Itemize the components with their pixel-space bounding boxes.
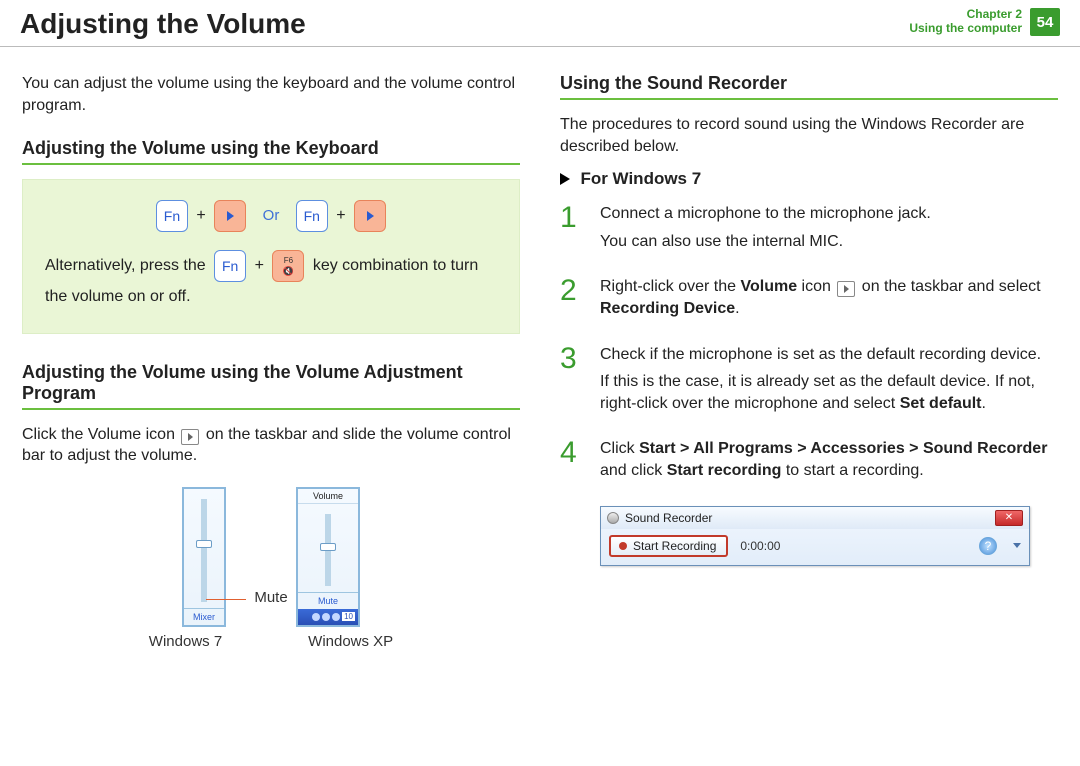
key-vol-up-icon xyxy=(354,200,386,232)
heading-keyboard: Adjusting the Volume using the Keyboard xyxy=(22,138,520,165)
key-vol-down-icon xyxy=(214,200,246,232)
microphone-icon xyxy=(607,512,619,524)
start-recording-button[interactable]: Start Recording xyxy=(609,535,728,557)
left-column: You can adjust the volume using the keyb… xyxy=(22,73,520,650)
for-win7-label: For Windows 7 xyxy=(580,169,701,188)
triangle-icon xyxy=(560,173,570,185)
step-text: If this is the case, it is already set a… xyxy=(600,371,1058,414)
step-number: 4 xyxy=(560,438,586,487)
step-text: You can also use the internal MIC. xyxy=(600,231,931,253)
help-button[interactable]: ? xyxy=(979,537,997,555)
chapter-text: Chapter 2 Using the computer xyxy=(909,8,1022,36)
step-number: 1 xyxy=(560,203,586,258)
caption-xp: Windows XP xyxy=(308,633,393,650)
step-number: 2 xyxy=(560,276,586,325)
alt-prefix: Alternatively, press the xyxy=(45,257,210,274)
step-text: Check if the microphone is set as the de… xyxy=(600,344,1058,366)
plus-text: + xyxy=(196,207,205,224)
page-title: Adjusting the Volume xyxy=(20,8,306,40)
page-number-badge: 54 xyxy=(1030,8,1060,36)
dropdown-icon[interactable] xyxy=(1013,543,1021,548)
step-text: Right-click over the Volume icon on the … xyxy=(600,276,1058,319)
or-text: Or xyxy=(263,207,280,224)
sound-recorder-window: Sound Recorder ✕ Start Recording 0:00:00… xyxy=(600,506,1030,566)
step-2: 2 Right-click over the Volume icon on th… xyxy=(560,276,1058,325)
mute-small-label: Mute xyxy=(298,592,358,609)
chapter-line: Using the computer xyxy=(909,22,1022,36)
step-4: 4 Click Start > All Programs > Accessori… xyxy=(560,438,1058,487)
recorder-intro: The procedures to record sound using the… xyxy=(560,114,1058,157)
volume-icon xyxy=(181,429,199,445)
key-f6-mute-icon: F6🔇 xyxy=(272,250,304,282)
slider-win7: Mixer xyxy=(182,487,226,627)
chapter-line: Chapter 2 xyxy=(909,8,1022,22)
plus-text: + xyxy=(336,207,345,224)
sound-recorder-titlebar: Sound Recorder ✕ xyxy=(601,507,1029,529)
key-fn: Fn xyxy=(214,250,246,282)
key-combo-row: Fn + Or Fn + xyxy=(45,200,497,232)
record-icon xyxy=(619,542,627,550)
heading-recorder: Using the Sound Recorder xyxy=(560,73,1058,100)
button-label: Start Recording xyxy=(633,539,716,553)
plus-text: + xyxy=(255,257,264,274)
mute-label: Mute xyxy=(254,589,287,606)
xp-tray-icon: 10 xyxy=(298,609,358,625)
keyboard-callout: Fn + Or Fn + Alternatively, press the Fn… xyxy=(22,179,520,333)
right-column: Using the Sound Recorder The procedures … xyxy=(560,73,1058,650)
chapter-block: Chapter 2 Using the computer 54 xyxy=(909,8,1060,36)
key-fn: Fn xyxy=(296,200,328,232)
for-windows-7-heading: For Windows 7 xyxy=(560,169,1058,189)
step-text: Click Start > All Programs > Accessories… xyxy=(600,438,1058,481)
mixer-label: Mixer xyxy=(184,608,224,625)
program-paragraph: Click the Volume icon on the taskbar and… xyxy=(22,424,520,467)
volume-sliders-figure: Mixer Mute Volume Mute 10 xyxy=(22,487,520,627)
step-number: 3 xyxy=(560,344,586,421)
step-1: 1 Connect a microphone to the microphone… xyxy=(560,203,1058,258)
alt-combo-text: Alternatively, press the Fn + F6🔇 key co… xyxy=(45,250,497,312)
heading-program: Adjusting the Volume using the Volume Ad… xyxy=(22,362,520,410)
close-button[interactable]: ✕ xyxy=(995,510,1023,526)
step-text: Connect a microphone to the microphone j… xyxy=(600,203,931,225)
key-fn: Fn xyxy=(156,200,188,232)
page-header: Adjusting the Volume Chapter 2 Using the… xyxy=(0,0,1080,47)
step-3: 3 Check if the microphone is set as the … xyxy=(560,344,1058,421)
window-title: Sound Recorder xyxy=(625,511,712,525)
slider-xp: Volume Mute 10 xyxy=(296,487,360,627)
caption-win7: Windows 7 xyxy=(149,633,222,650)
recording-time: 0:00:00 xyxy=(740,539,780,553)
xp-volume-title: Volume xyxy=(298,489,358,504)
volume-icon xyxy=(837,281,855,297)
intro-text: You can adjust the volume using the keyb… xyxy=(22,73,520,116)
